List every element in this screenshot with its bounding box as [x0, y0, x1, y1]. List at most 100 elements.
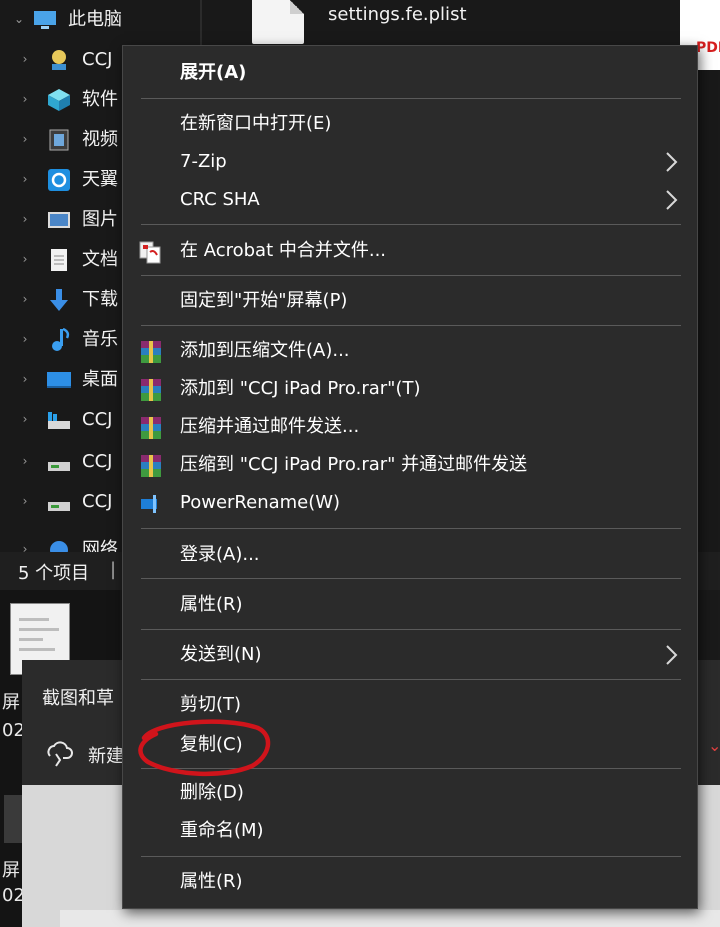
menu-item-label: CRC SHA [180, 189, 260, 210]
menu-item-cut[interactable]: 剪切(T) [123, 686, 697, 724]
nav-item-this-pc[interactable]: ⌄ 此电脑 [0, 0, 200, 40]
nav-label: CCJ [82, 409, 113, 430]
chevron-right-icon[interactable]: › [18, 172, 32, 186]
chevron-right-icon[interactable]: › [18, 92, 32, 106]
menu-item-7zip[interactable]: 7-Zip [123, 143, 697, 181]
menu-item-label: 7-Zip [180, 151, 227, 172]
peek-label: 屏 [2, 860, 20, 881]
chevron-right-icon[interactable]: › [18, 252, 32, 266]
menu-separator [141, 275, 681, 276]
menu-item-label: 展开(A) [180, 62, 247, 83]
background-window-edge [696, 660, 720, 785]
winrar-icon [141, 417, 161, 439]
nav-label: 网络 [82, 539, 118, 552]
menu-separator [141, 768, 681, 769]
menu-item-label: 属性(R) [180, 871, 243, 892]
menu-item-add-to-archive[interactable]: 添加到压缩文件(A)... [123, 332, 697, 370]
menu-separator [141, 856, 681, 857]
powerrename-icon [141, 495, 157, 513]
nav-label: 天翼 [82, 169, 118, 190]
menu-item-label: 发送到(N) [180, 644, 262, 665]
chevron-right-icon[interactable]: › [18, 52, 32, 66]
menu-item-compress-and-email[interactable]: 压缩并通过邮件发送... [123, 408, 697, 446]
snipping-tool-title: 截图和草 [42, 688, 114, 709]
menu-separator [141, 325, 681, 326]
document-icon [51, 249, 67, 271]
snip-new-button[interactable]: 新建 [88, 742, 124, 768]
context-menu: 展开(A) 在新窗口中打开(E) 7-Zip CRC SHA 在 Acrobat… [122, 45, 698, 909]
menu-item-add-to-named-rar[interactable]: 添加到 "CCJ iPad Pro.rar"(T) [123, 370, 697, 408]
menu-item-label: 登录(A)... [180, 544, 260, 565]
chevron-down-icon[interactable]: ⌄ [12, 12, 26, 26]
nav-label: 图片 [82, 209, 118, 230]
menu-item-crc-sha[interactable]: CRC SHA [123, 181, 697, 219]
menu-item-copy[interactable]: 复制(C) [123, 726, 697, 764]
status-separator: | [110, 559, 117, 580]
menu-item-powerrename[interactable]: PowerRename(W) [123, 484, 697, 522]
chevron-right-icon[interactable]: › [18, 412, 32, 426]
picture-icon [48, 212, 70, 228]
chevron-right-icon[interactable]: › [18, 494, 32, 508]
menu-separator [141, 98, 681, 99]
menu-item-label: 固定到"开始"屏幕(P) [180, 290, 348, 311]
menu-item-properties-2[interactable]: 属性(R) [123, 863, 697, 901]
pdf-badge: PDF [696, 40, 720, 56]
menu-item-label: 删除(D) [180, 782, 244, 803]
peek-label: 屏 [2, 692, 20, 713]
menu-item-login[interactable]: 登录(A)... [123, 536, 697, 574]
desktop-icon [47, 372, 71, 388]
chevron-right-icon[interactable]: › [18, 372, 32, 386]
winrar-icon [141, 341, 161, 363]
menu-item-label: 添加到压缩文件(A)... [180, 340, 350, 361]
menu-item-rename[interactable]: 重命名(M) [123, 812, 697, 850]
nav-label: 文档 [82, 249, 118, 270]
chevron-right-icon[interactable]: › [18, 332, 32, 346]
chevron-right-icon[interactable]: › [18, 542, 32, 552]
nav-label: 软件 [82, 89, 118, 110]
snip-new-icon[interactable] [44, 738, 74, 768]
chevron-down-icon: ⌄ [708, 736, 720, 755]
chevron-right-icon[interactable]: › [18, 292, 32, 306]
nav-label: 此电脑 [68, 9, 122, 30]
screenshot-thumbnail[interactable] [4, 795, 22, 843]
menu-item-acrobat-combine[interactable]: 在 Acrobat 中合并文件... [123, 232, 697, 270]
chevron-right-icon[interactable]: › [18, 212, 32, 226]
item-count: 5 个项目 [18, 563, 90, 584]
nav-label: CCJ [82, 451, 113, 472]
computer-icon [34, 11, 56, 29]
menu-item-compress-named-and-email[interactable]: 压缩到 "CCJ iPad Pro.rar" 并通过邮件发送 [123, 446, 697, 484]
menu-separator [141, 578, 681, 579]
menu-separator [141, 528, 681, 529]
menu-item-label: 在新窗口中打开(E) [180, 113, 332, 134]
menu-item-label: 添加到 "CCJ iPad Pro.rar"(T) [180, 378, 421, 399]
chevron-right-icon [666, 645, 678, 665]
menu-item-pin-to-start[interactable]: 固定到"开始"屏幕(P) [123, 282, 697, 320]
chevron-right-icon [666, 152, 678, 172]
sync-icon [48, 169, 70, 191]
menu-item-properties[interactable]: 属性(R) [123, 586, 697, 624]
taskbar-preview [60, 910, 720, 927]
menu-item-delete[interactable]: 删除(D) [123, 774, 697, 812]
winrar-icon [141, 455, 161, 477]
nav-label: 下载 [82, 289, 118, 310]
cube-icon [48, 89, 70, 111]
acrobat-icon [139, 241, 161, 264]
nav-label: 音乐 [82, 329, 118, 350]
file-thumbnail[interactable] [252, 0, 304, 44]
menu-item-label: 复制(C) [180, 734, 243, 755]
menu-item-send-to[interactable]: 发送到(N) [123, 636, 697, 674]
file-name[interactable]: settings.fe.plist [328, 4, 467, 25]
menu-item-label: 在 Acrobat 中合并文件... [180, 240, 387, 261]
nav-label: CCJ [82, 491, 113, 512]
download-icon [50, 289, 68, 311]
chevron-right-icon[interactable]: › [18, 454, 32, 468]
chevron-right-icon[interactable]: › [18, 132, 32, 146]
menu-item-expand[interactable]: 展开(A) [123, 54, 697, 92]
menu-separator [141, 224, 681, 225]
menu-item-label: 重命名(M) [180, 820, 264, 841]
network-drive-icon [52, 50, 66, 70]
drive-icon [48, 412, 70, 429]
nav-label: CCJ [82, 49, 113, 70]
chevron-right-icon [666, 190, 678, 210]
menu-item-open-new-window[interactable]: 在新窗口中打开(E) [123, 105, 697, 143]
